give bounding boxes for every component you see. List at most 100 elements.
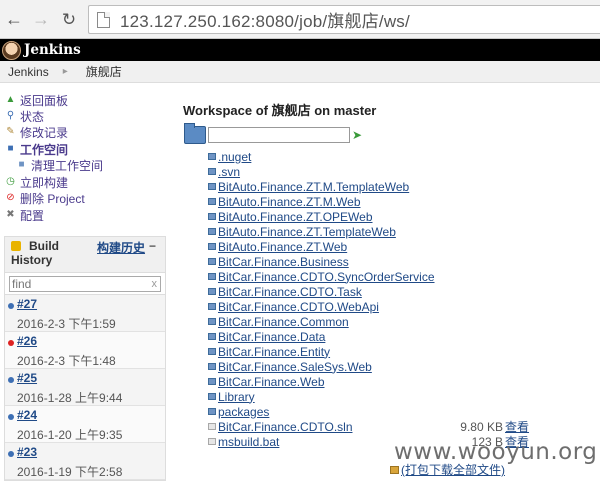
build-date[interactable]: 2016-2-3 下午1:59 — [17, 315, 116, 332]
folder-link[interactable]: BitCar.Finance.CDTO.Task — [218, 285, 362, 299]
folder-link[interactable]: BitCar.Finance.Web — [218, 375, 325, 389]
task-status[interactable]: ⚲ 状态 — [5, 108, 44, 124]
up-arrow-icon: ▲ — [5, 94, 16, 105]
folder-link[interactable]: Library — [218, 390, 255, 404]
folder-link[interactable]: BitCar.Finance.Entity — [218, 345, 330, 359]
folder-icon — [208, 198, 216, 205]
folder-icon — [208, 243, 216, 250]
folder-row: BitAuto.Finance.ZT.Web — [208, 239, 538, 254]
build-number-link[interactable]: #24 — [17, 408, 37, 422]
folder-row: BitCar.Finance.CDTO.Task — [208, 284, 538, 299]
build-date[interactable]: 2016-1-28 上午9:44 — [17, 389, 122, 406]
clear-filter-icon[interactable]: x — [152, 277, 158, 291]
folder-link[interactable]: BitCar.Finance.Data — [218, 330, 325, 344]
file-link[interactable]: BitCar.Finance.CDTO.sln — [218, 420, 353, 434]
folder-link[interactable]: .nuget — [218, 150, 251, 164]
workspace-path-input[interactable] — [208, 127, 350, 143]
go-arrow-icon[interactable]: ➤ — [352, 128, 362, 142]
folder-link[interactable]: BitAuto.Finance.ZT.OPEWeb — [218, 210, 373, 224]
task-workspace[interactable]: ■ 工作空间 — [5, 141, 68, 157]
clock-icon: ◷ — [6, 176, 15, 187]
folder-link[interactable]: .svn — [218, 165, 240, 179]
task-wipe-workspace[interactable]: ■ 清理工作空间 — [16, 157, 103, 173]
build-row: #26 2016-2-3 下午1:48 — [5, 332, 165, 369]
build-date[interactable]: 2016-2-3 下午1:48 — [17, 352, 116, 369]
folder-link[interactable]: BitAuto.Finance.ZT.Web — [218, 240, 347, 254]
folder-link[interactable]: BitAuto.Finance.ZT.TemplateWeb — [218, 225, 396, 239]
folder-link[interactable]: BitCar.Finance.Common — [218, 315, 349, 329]
file-link[interactable]: msbuild.bat — [218, 435, 279, 449]
reload-icon[interactable]: ↻ — [59, 9, 79, 29]
build-date[interactable]: 2016-1-19 下午2:58 — [17, 463, 122, 480]
folder-icon — [208, 303, 216, 310]
folder-link[interactable]: BitAuto.Finance.ZT.M.Web — [218, 195, 361, 209]
folder-icon — [208, 393, 216, 400]
folder-icon — [208, 363, 216, 370]
workspace-path-bar: ➤ — [184, 123, 362, 144]
folder-row: BitCar.Finance.CDTO.WebApi — [208, 299, 538, 314]
task-configure[interactable]: ✖ 配置 — [5, 207, 44, 223]
url-text[interactable]: 123.127.250.162:8080/job/旗舰店/ws/ — [120, 7, 410, 32]
folder-link[interactable]: BitCar.Finance.Business — [218, 255, 349, 269]
file-icon — [208, 438, 216, 445]
notepad-icon: ✎ — [6, 126, 15, 137]
file-size: 9.80 KB — [460, 419, 503, 434]
folder-icon — [208, 348, 216, 355]
task-delete-project[interactable]: ⊘ 删除 Project — [5, 190, 84, 206]
folder-icon — [208, 333, 216, 340]
task-changes[interactable]: ✎ 修改记录 — [5, 124, 68, 140]
build-history-header: Build History 构建历史 − — [5, 237, 165, 273]
browser-toolbar: ← → ↻ 123.127.250.162:8080/job/旗舰店/ws/ — [0, 0, 600, 39]
back-arrow-icon[interactable]: ← — [4, 9, 24, 29]
folder-row: BitAuto.Finance.ZT.TemplateWeb — [208, 224, 538, 239]
folder-icon — [208, 168, 216, 175]
folder-icon — [208, 318, 216, 325]
no-entry-icon: ⊘ — [6, 192, 15, 203]
forward-arrow-icon[interactable]: → — [31, 9, 51, 29]
folder-link[interactable]: BitCar.Finance.CDTO.SyncOrderService — [218, 270, 435, 284]
folder-row: BitCar.Finance.Common — [208, 314, 538, 329]
folder-delete-icon: ■ — [18, 159, 25, 170]
task-back-to-dashboard[interactable]: ▲ 返回面板 — [5, 92, 68, 108]
task-build-now[interactable]: ◷ 立即构建 — [5, 174, 68, 190]
breadcrumb-job[interactable]: 旗舰店 — [86, 63, 122, 80]
build-number-link[interactable]: #27 — [17, 297, 37, 311]
folder-icon — [208, 273, 216, 280]
breadcrumb-jenkins[interactable]: Jenkins — [8, 65, 49, 79]
folder-icon — [208, 378, 216, 385]
folder-link[interactable]: packages — [218, 405, 269, 419]
build-date[interactable]: 2016-1-20 上午9:35 — [17, 426, 122, 443]
folder-row: BitCar.Finance.Web — [208, 374, 538, 389]
collapse-icon[interactable]: − — [149, 239, 156, 253]
address-bar[interactable]: 123.127.250.162:8080/job/旗舰店/ws/ — [88, 5, 600, 34]
build-status-blue-icon — [8, 303, 14, 309]
wrench-icon: ✖ — [6, 209, 15, 220]
folder-icon — [208, 228, 216, 235]
build-filter-input[interactable]: find x — [9, 276, 161, 292]
folder-icon — [208, 183, 216, 190]
build-row: #27 2016-2-3 下午1:59 — [5, 295, 165, 332]
build-history-title: Build History — [11, 239, 59, 267]
build-status-blue-icon — [8, 414, 14, 420]
folder-row: Library — [208, 389, 538, 404]
build-row: #25 2016-1-28 上午9:44 — [5, 369, 165, 406]
folder-icon — [208, 213, 216, 220]
folder-row: BitCar.Finance.SaleSys.Web — [208, 359, 538, 374]
jenkins-logo-icon[interactable] — [2, 40, 21, 60]
build-status-blue-icon — [8, 451, 14, 457]
build-list: #27 2016-2-3 下午1:59 #26 2016-2-3 下午1:48 … — [5, 295, 165, 480]
jenkins-title[interactable]: Jenkins — [24, 42, 81, 58]
zip-icon — [390, 465, 399, 474]
file-list: .nuget .svn BitAuto.Finance.ZT.M.TemplateW… — [208, 149, 538, 449]
folder-row: .nuget — [208, 149, 538, 164]
breadcrumb: Jenkins ▸ 旗舰店 — [0, 61, 600, 83]
build-number-link[interactable]: #25 — [17, 371, 37, 385]
folder-icon — [208, 153, 216, 160]
folder-link[interactable]: BitAuto.Finance.ZT.M.TemplateWeb — [218, 180, 409, 194]
folder-link[interactable]: BitCar.Finance.SaleSys.Web — [218, 360, 372, 374]
page-icon — [97, 11, 110, 28]
build-number-link[interactable]: #23 — [17, 445, 37, 459]
folder-link[interactable]: BitCar.Finance.CDTO.WebApi — [218, 300, 379, 314]
build-trend-link[interactable]: 构建历史 — [97, 239, 145, 256]
build-number-link[interactable]: #26 — [17, 334, 37, 348]
